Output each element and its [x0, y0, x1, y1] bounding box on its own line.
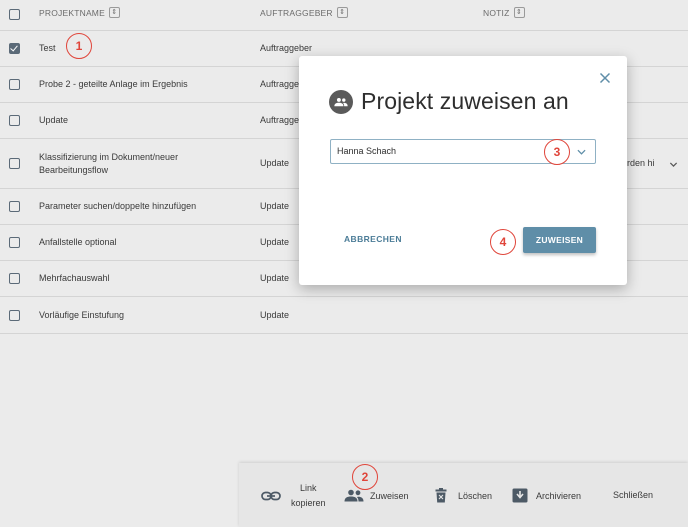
- project-client: Auftraggeber: [260, 43, 313, 53]
- project-name: Mehrfachauswahl: [39, 273, 110, 283]
- column-header-auftraggeber[interactable]: AUFTRAGGEBER ⇕: [260, 7, 348, 18]
- project-name: Anfallstelle optional: [39, 237, 117, 247]
- step-marker-3: 3: [544, 139, 570, 165]
- select-all-checkbox[interactable]: [9, 9, 20, 20]
- archive-label: Archivieren: [536, 490, 582, 501]
- project-name-line2: Bearbeitungsflow: [39, 165, 109, 175]
- assignee-select-value: Hanna Schach: [337, 146, 397, 156]
- link-icon: [261, 491, 281, 500]
- step-marker-4: 4: [490, 229, 516, 255]
- people-icon: [344, 489, 364, 502]
- copy-link-button[interactable]: Link kopieren: [261, 483, 326, 508]
- project-client: Update: [260, 273, 290, 283]
- project-client: Update: [260, 158, 290, 168]
- copy-link-label-2: kopieren: [291, 498, 326, 508]
- row-checkbox[interactable]: [9, 158, 20, 169]
- chevron-down-icon[interactable]: [577, 148, 586, 156]
- project-name: Probe 2 - geteilte Anlage im Ergebnis: [39, 79, 188, 89]
- archive-icon: [512, 488, 528, 503]
- people-icon: [329, 89, 353, 114]
- step-marker-1: 1: [66, 33, 92, 59]
- bulk-action-toolbar: Link kopieren Zuweisen Löschen Archivier…: [239, 463, 688, 527]
- row-checkbox[interactable]: [9, 237, 20, 248]
- sort-updown-icon[interactable]: ⇕: [513, 7, 525, 18]
- step-marker-2: 2: [352, 464, 378, 490]
- delete-label: Löschen: [458, 490, 493, 501]
- column-header-label: PROJEKTNAME: [39, 7, 105, 18]
- assign-button[interactable]: Zuweisen: [344, 489, 409, 502]
- table-header: PROJEKTNAME ⇕ AUFTRAGGEBER ⇕ NOTIZ ⇕: [0, 0, 688, 31]
- close-icon[interactable]: [599, 72, 611, 84]
- close-label: Schließen: [613, 490, 654, 500]
- row-checkbox[interactable]: [9, 273, 20, 284]
- sort-updown-icon[interactable]: ⇕: [108, 7, 120, 18]
- column-header-label: NOTIZ: [483, 7, 510, 18]
- archive-button[interactable]: Archivieren: [512, 488, 581, 503]
- row-checkbox[interactable]: [9, 43, 20, 54]
- assign-label: Zuweisen: [370, 490, 409, 501]
- assign-project-dialog: Projekt zuweisen an Hanna Schach ABBRECH…: [299, 56, 627, 285]
- project-name: Klassifizierung im Dokument/neuer: [39, 152, 179, 162]
- row-checkbox[interactable]: [9, 310, 20, 321]
- delete-button[interactable]: Löschen: [435, 488, 492, 503]
- dialog-title: Projekt zuweisen an: [329, 88, 569, 115]
- chevron-down-icon[interactable]: [669, 160, 678, 169]
- row-checkbox[interactable]: [9, 115, 20, 126]
- project-client: Update: [260, 237, 290, 247]
- column-header-notiz[interactable]: NOTIZ ⇕: [483, 7, 525, 18]
- project-name: Test: [39, 43, 56, 53]
- dialog-title-text: Projekt zuweisen an: [361, 88, 569, 114]
- assign-confirm-button[interactable]: ZUWEISEN: [523, 227, 596, 253]
- row-checkbox[interactable]: [9, 79, 20, 90]
- row-checkbox[interactable]: [9, 201, 20, 212]
- project-name: Vorläufige Einstufung: [39, 310, 125, 320]
- sort-updown-icon[interactable]: ⇕: [336, 7, 348, 18]
- table-row[interactable]: Vorläufige Einstufung Update: [0, 297, 688, 334]
- project-note: rden hi: [627, 158, 655, 168]
- project-client: Update: [260, 201, 290, 211]
- close-button[interactable]: Schließen: [613, 490, 653, 500]
- column-header-projektname[interactable]: PROJEKTNAME ⇕: [39, 7, 120, 18]
- project-name: Update: [39, 115, 69, 125]
- cancel-button[interactable]: ABBRECHEN: [344, 234, 402, 244]
- project-client: Update: [260, 310, 290, 320]
- copy-link-label-1: Link: [300, 483, 317, 493]
- column-header-label: AUFTRAGGEBER: [260, 7, 333, 18]
- project-list-page: PROJEKTNAME ⇕ AUFTRAGGEBER ⇕ NOTIZ ⇕ Tes…: [0, 0, 688, 527]
- project-name: Parameter suchen/doppelte hinzufügen: [39, 201, 197, 211]
- trash-icon: [435, 488, 447, 503]
